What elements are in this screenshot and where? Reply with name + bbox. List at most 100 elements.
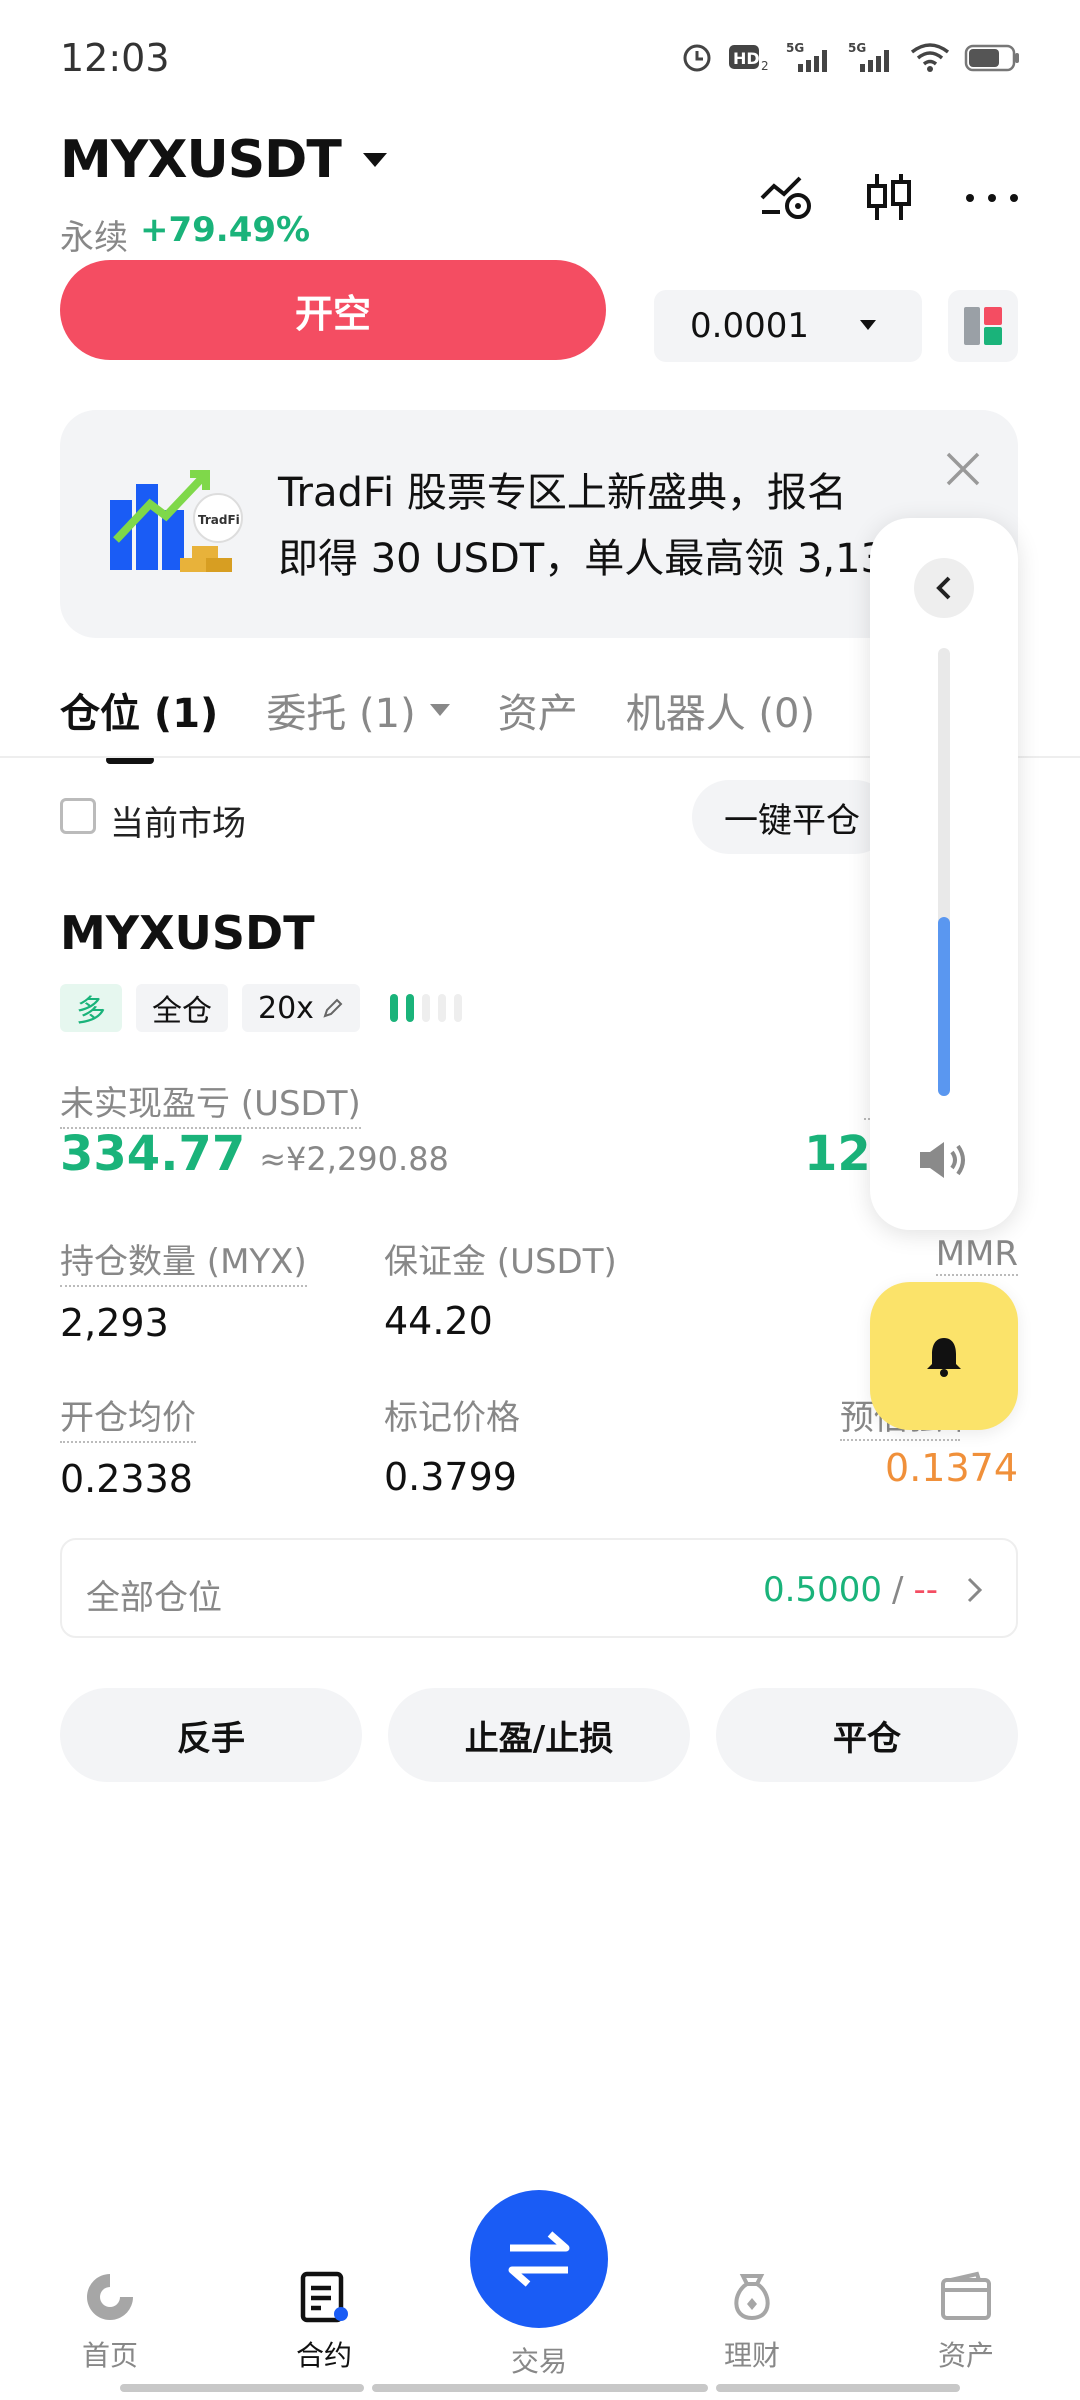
tab-orders[interactable]: 委托 (1) [266,670,450,750]
entry-price-label: 开仓均价 [60,1390,196,1443]
status-time: 12:03 [60,36,170,80]
unrealized-pnl-cny: ≈¥2,290.88 [259,1140,449,1178]
position-size-value: 2,293 [60,1301,169,1345]
header: MYXUSDT 永续 +79.49% [60,130,1020,260]
margin-cell: 保证金 (USDT) 44.20 [384,1234,617,1343]
banner-text: TradFi 股票专区上新盛典，报名 即得 30 USDT，单人最高领 3,13 [278,460,898,592]
close-icon[interactable] [944,450,982,492]
unrealized-pnl-label: 未实现盈亏 (USDT) [60,1076,361,1129]
tab-orders-label: 委托 (1) [266,691,416,737]
volume-panel [870,518,1018,1230]
mark-price-cell: 标记价格 0.3799 [384,1390,520,1499]
volume-slider-fill [938,916,950,1096]
signal-5g-icon: 5G [786,40,834,74]
precision-select[interactable]: 0.0001 [654,290,922,362]
mark-price-label: 标记价格 [384,1398,520,1438]
nav-assets-label: 资产 [937,2339,994,2372]
liq-price-value: 0.1374 [885,1446,1018,1490]
header-actions [760,170,1020,228]
tab-assets-label: 资产 [497,691,578,737]
nav-home[interactable]: 首页 [40,2270,180,2374]
pair-subtitle: 永续 +79.49% [60,210,310,259]
svg-text:5G: 5G [848,41,866,55]
gesture-bar [372,2384,708,2392]
gesture-bar [120,2384,364,2392]
home-icon [87,2274,133,2320]
alarm-icon [680,40,714,74]
nav-finance-label: 理财 [723,2339,780,2372]
bell-icon [927,1338,961,1377]
mark-price-value: 0.3799 [384,1455,517,1499]
all-positions-separator: / [891,1570,904,1610]
reverse-button[interactable]: 反手 [60,1688,362,1782]
status-icons: HD 2 5G 5G [680,40,1020,74]
nav-assets[interactable]: 资产 [896,2270,1036,2374]
hd-icon: HD 2 [728,40,772,74]
tp-sl-button[interactable]: 止盈/止损 [388,1688,690,1782]
tab-bots[interactable]: 机器人 (0) [626,670,815,750]
candlestick-icon[interactable] [864,170,914,228]
nav-contract[interactable]: 合约 [254,2270,394,2374]
svg-text:HD: HD [733,49,760,68]
all-positions-label: 全部仓位 [86,1578,222,1618]
position-size-cell: 持仓数量 (MYX) 2,293 [60,1234,307,1345]
gesture-bar [716,2384,960,2392]
close-position-button[interactable]: 平仓 [716,1688,1018,1782]
banner-line-2: 即得 30 USDT，单人最高领 3,13 [278,536,887,582]
all-positions-tpsl-row[interactable]: 全部仓位 0.5000 / -- [60,1538,1018,1638]
leverage-badge[interactable]: 20x [242,984,360,1032]
volume-collapse-button[interactable] [914,558,974,618]
chevron-left-icon [936,576,951,600]
open-short-button[interactable]: 开空 [60,260,606,360]
banner-badge: TradFi [198,513,240,527]
chevron-down-icon [429,704,450,716]
wifi-icon [910,40,950,74]
contract-type: 永续 [60,218,128,258]
price-alert-button[interactable] [870,1282,1018,1430]
position-tags: 多 全仓 20x [60,984,462,1032]
pair-title: MYXUSDT [60,130,342,190]
tab-positions-label: 仓位 (1) [60,691,219,737]
side-badge: 多 [60,984,122,1032]
status-bar: 12:03 HD 2 5G 5G [0,0,1080,120]
price-change: +79.49% [140,210,311,250]
chart-settings-icon[interactable] [760,172,814,226]
precision-value: 0.0001 [690,306,809,346]
orderbook-layout-button[interactable] [948,290,1018,362]
svg-text:2: 2 [761,59,769,73]
tab-assets[interactable]: 资产 [498,670,578,750]
layout-icon [964,307,1002,345]
nav-trade-label: 交易 [510,2345,567,2378]
unrealized-pnl: 334.77 ≈¥2,290.88 [60,1126,449,1182]
tab-bots-label: 机器人 (0) [625,691,816,737]
swap-icon [508,2231,570,2287]
mmr-label: MMR [935,1234,1018,1276]
entry-price-value: 0.2338 [60,1457,193,1501]
tab-positions[interactable]: 仓位 (1) [60,670,219,764]
moneybag-icon [734,2274,770,2321]
position-size-label: 持仓数量 (MYX) [60,1234,307,1287]
position-symbol[interactable]: MYXUSDT [60,906,315,960]
pair-selector[interactable]: MYXUSDT [60,130,387,190]
wallet-icon [941,2271,991,2320]
chevron-right-icon [967,1577,983,1603]
edit-icon [323,998,343,1018]
position-tabs: 仓位 (1) 委托 (1) 资产 机器人 (0) [60,670,815,764]
volume-slider[interactable] [938,648,950,1096]
chevron-down-icon [860,320,876,330]
speaker-icon[interactable] [916,1138,972,1186]
leverage-value: 20x [258,990,314,1026]
current-market-checkbox[interactable] [60,798,96,834]
close-all-button[interactable]: 一键平仓 [692,780,892,854]
all-positions-values: 0.5000 / -- [763,1570,986,1610]
leverage-level-bars [389,994,462,1022]
svg-text:5G: 5G [786,41,804,55]
entry-price-cell: 开仓均价 0.2338 [60,1390,196,1501]
nav-trade-button[interactable] [470,2190,608,2328]
more-icon[interactable] [964,190,1020,209]
contract-icon [300,2271,348,2323]
margin-label: 保证金 (USDT) [384,1242,617,1282]
battery-icon [964,40,1020,74]
nav-finance[interactable]: 理财 [682,2270,822,2374]
nav-home-label: 首页 [81,2339,138,2372]
